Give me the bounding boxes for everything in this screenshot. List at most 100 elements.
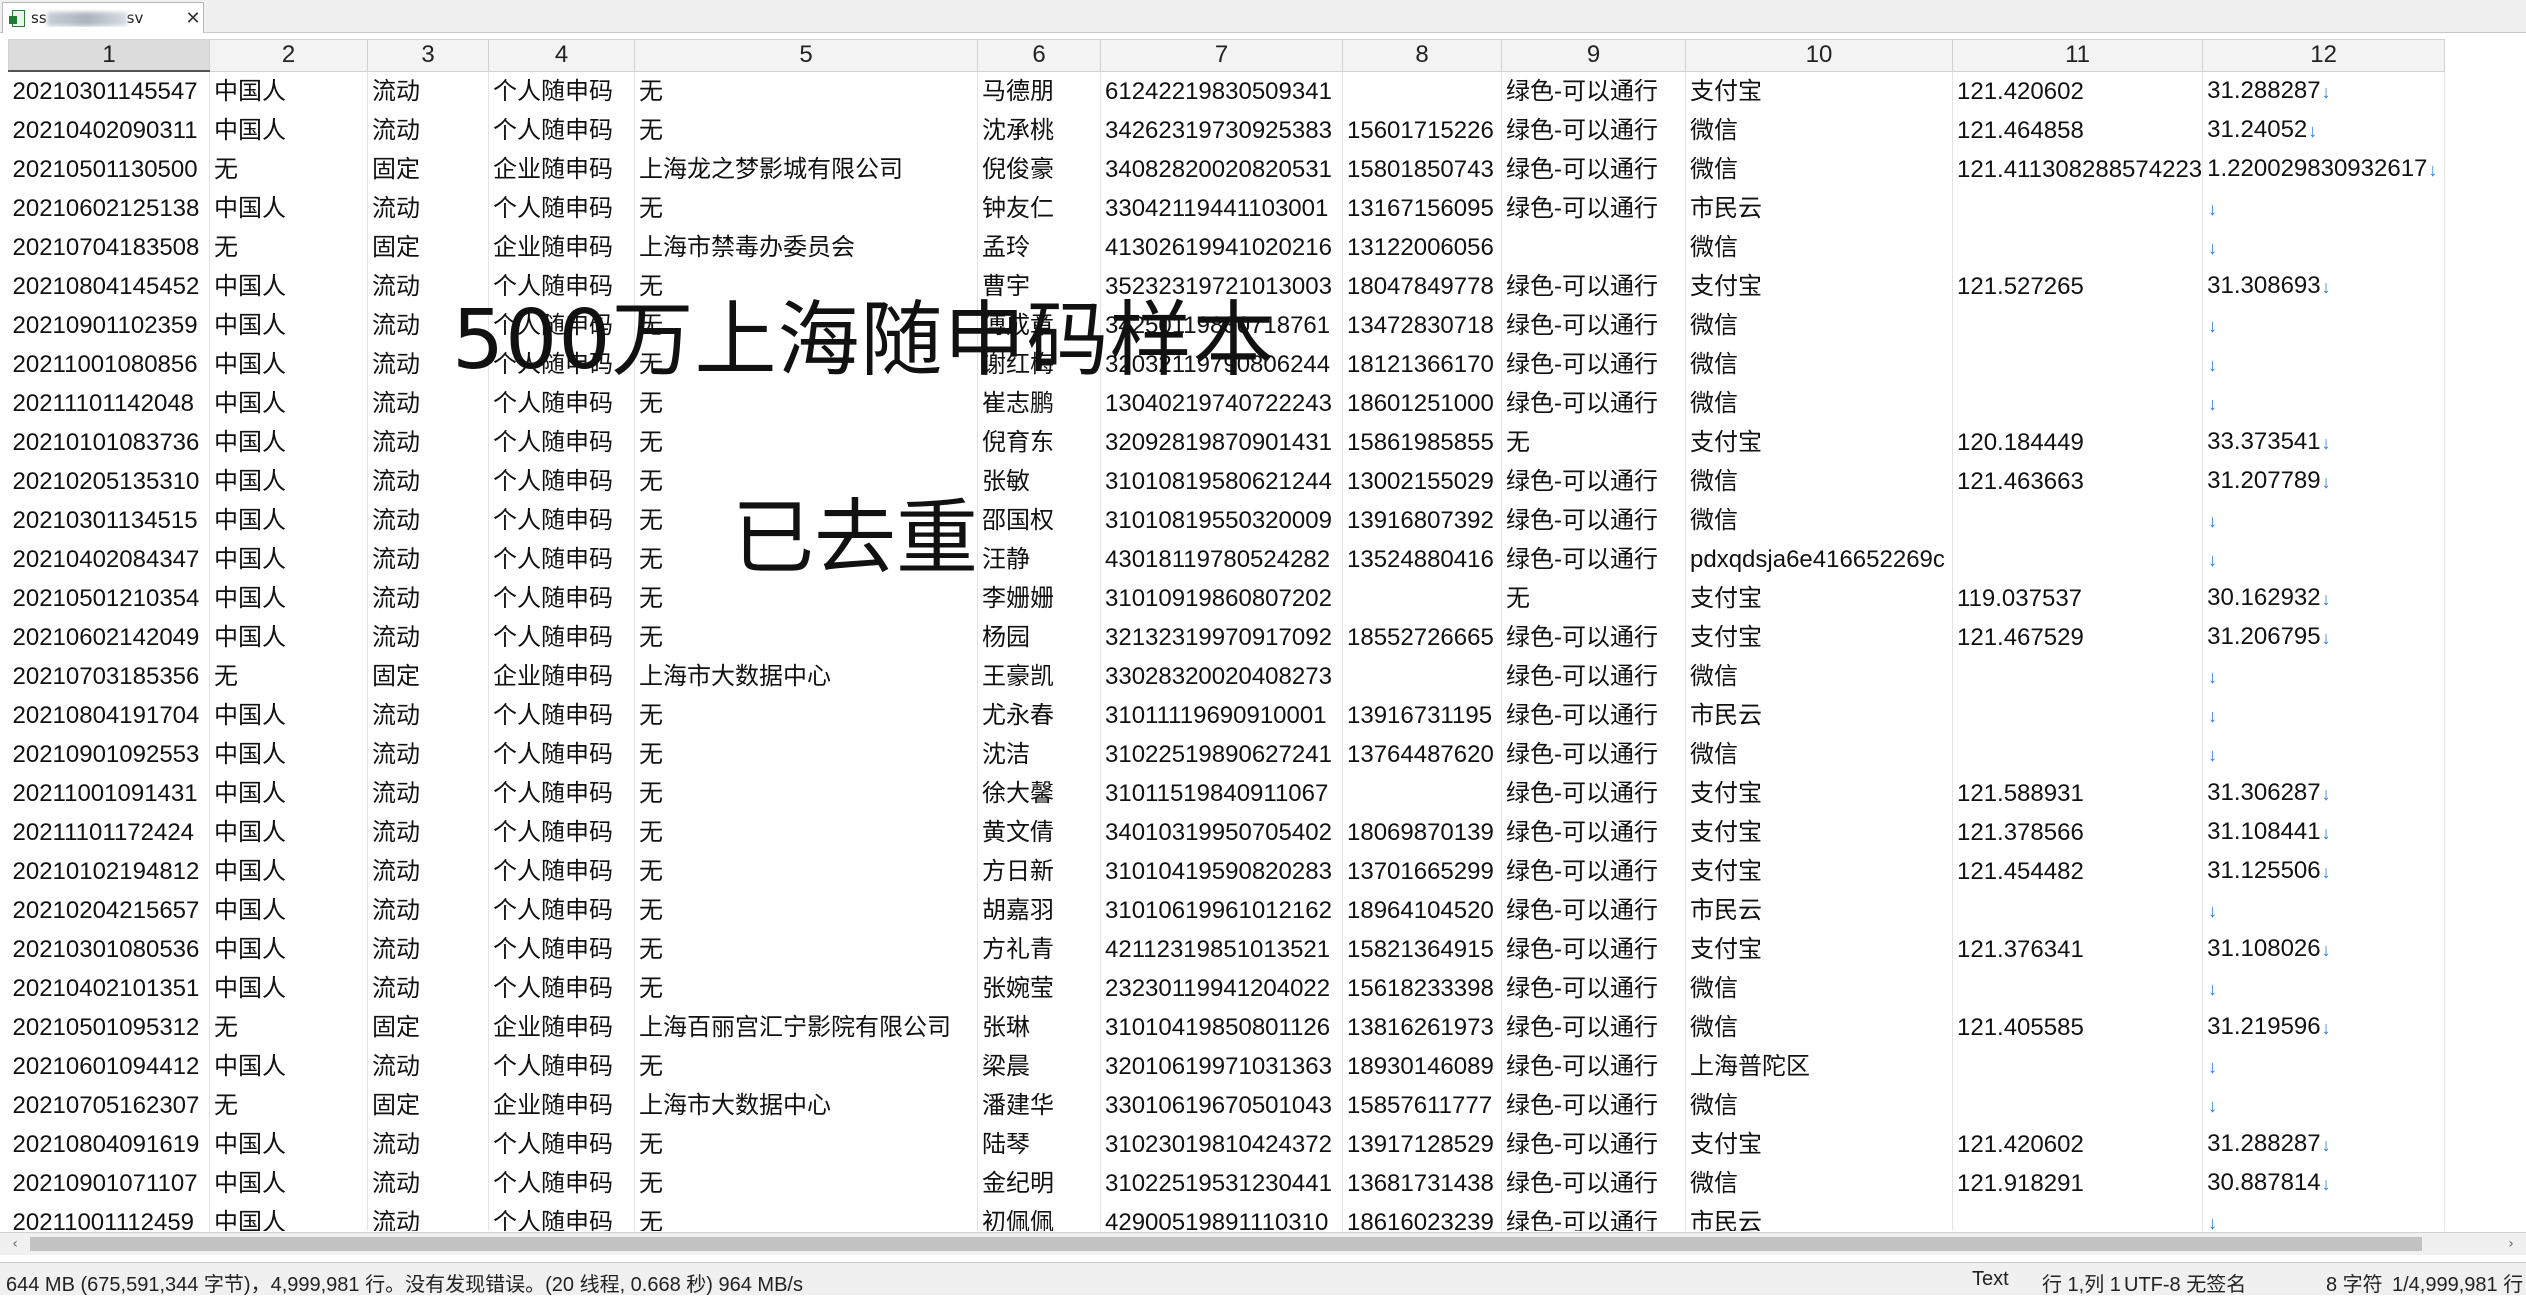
table-cell[interactable]: 绿色-可以通行 <box>1501 1124 1686 1164</box>
table-cell[interactable]: ↓ <box>2202 656 2446 696</box>
table-cell[interactable]: 个人随申码 <box>488 812 635 852</box>
table-cell[interactable]: ↓ <box>2202 734 2446 774</box>
table-cell[interactable]: 金纪明 <box>977 1163 1101 1203</box>
table-cell[interactable]: 41302619941020216 <box>1100 227 1343 267</box>
table-cell[interactable]: 流动 <box>367 461 489 501</box>
table-cell[interactable]: 中国人 <box>209 1202 368 1231</box>
table-cell[interactable]: 流动 <box>367 1163 489 1203</box>
table-cell[interactable]: 企业随申码 <box>488 227 635 267</box>
table-cell[interactable]: 无 <box>634 851 978 891</box>
table-cell[interactable]: 流动 <box>367 110 489 150</box>
table-cell[interactable] <box>1952 305 2204 345</box>
table-cell[interactable]: 31011519840911067 <box>1100 773 1343 813</box>
table-cell[interactable]: 20210804091619 <box>8 1124 210 1164</box>
table-cell[interactable]: 18121366170 <box>1342 344 1502 384</box>
table-cell[interactable]: 32010619971031363 <box>1100 1046 1343 1086</box>
table-cell[interactable]: 流动 <box>367 422 489 462</box>
table-cell[interactable]: 固定 <box>367 1007 489 1047</box>
table-cell[interactable]: 流动 <box>367 578 489 618</box>
table-cell[interactable]: 31.306287↓ <box>2202 773 2446 813</box>
table-cell[interactable]: 企业随申码 <box>488 149 635 189</box>
table-cell[interactable]: 33.373541↓ <box>2202 422 2446 462</box>
table-cell[interactable]: 流动 <box>367 188 489 228</box>
table-cell[interactable]: 20210402084347 <box>8 539 210 579</box>
table-cell[interactable]: 马德朋 <box>977 71 1101 111</box>
table-cell[interactable]: 绿色-可以通行 <box>1501 968 1686 1008</box>
table-cell[interactable]: 31010619961012162 <box>1100 890 1343 930</box>
table-cell[interactable]: 无 <box>634 890 978 930</box>
table-cell[interactable]: 61242219830509341 <box>1100 71 1343 111</box>
table-cell[interactable]: 42900519891110310 <box>1100 1202 1343 1231</box>
column-header-10[interactable]: 10 <box>1685 39 1953 72</box>
table-cell[interactable]: 无 <box>209 1007 368 1047</box>
table-cell[interactable]: 121.378566 <box>1952 812 2204 852</box>
table-cell[interactable]: 中国人 <box>209 383 368 423</box>
table-cell[interactable]: 固定 <box>367 656 489 696</box>
table-cell[interactable]: 13917128529 <box>1342 1124 1502 1164</box>
table-cell[interactable]: 20210804145452 <box>8 266 210 306</box>
table-cell[interactable]: 34082820020820531 <box>1100 149 1343 189</box>
table-cell[interactable]: 市民云 <box>1685 1202 1953 1231</box>
table-cell[interactable]: 微信 <box>1685 734 1953 774</box>
table-cell[interactable]: 20211101172424 <box>8 812 210 852</box>
table-cell[interactable]: 121.420602 <box>1952 71 2204 111</box>
table-cell[interactable]: 个人随申码 <box>488 188 635 228</box>
table-cell[interactable]: 支付宝 <box>1685 773 1953 813</box>
table-cell[interactable]: 流动 <box>367 929 489 969</box>
table-cell[interactable]: 方日新 <box>977 851 1101 891</box>
table-cell[interactable]: 31010819550320009 <box>1100 500 1343 540</box>
table-cell[interactable]: 上海市禁毒办委员会 <box>634 227 978 267</box>
table-cell[interactable]: 30.162932↓ <box>2202 578 2446 618</box>
table-cell[interactable]: 张婉莹 <box>977 968 1101 1008</box>
table-cell[interactable]: 支付宝 <box>1685 851 1953 891</box>
table-cell[interactable]: 沈洁 <box>977 734 1101 774</box>
table-cell[interactable]: 20210703185356 <box>8 656 210 696</box>
table-cell[interactable] <box>1342 656 1502 696</box>
table-cell[interactable]: ↓ <box>2202 539 2446 579</box>
table-cell[interactable]: 流动 <box>367 500 489 540</box>
table-cell[interactable]: 企业随申码 <box>488 1085 635 1125</box>
status-cursor-position[interactable]: 行 1,列 1 <box>2042 1268 2121 1297</box>
table-cell[interactable]: 流动 <box>367 617 489 657</box>
column-header-6[interactable]: 6 <box>977 39 1101 72</box>
table-cell[interactable]: 倪俊豪 <box>977 149 1101 189</box>
table-cell[interactable]: 无 <box>634 1202 978 1231</box>
table-cell[interactable]: ↓ <box>2202 500 2446 540</box>
table-cell[interactable]: ↓ <box>2202 1085 2446 1125</box>
table-cell[interactable]: 中国人 <box>209 968 368 1008</box>
table-cell[interactable]: 33010619670501043 <box>1100 1085 1343 1125</box>
table-cell[interactable]: 流动 <box>367 1124 489 1164</box>
table-cell[interactable]: 13916731195 <box>1342 695 1502 735</box>
table-cell[interactable]: 121.588931 <box>1952 773 2204 813</box>
table-cell[interactable]: 微信 <box>1685 1163 1953 1203</box>
table-cell[interactable]: 20210501210354 <box>8 578 210 618</box>
table-cell[interactable]: 31.288287↓ <box>2202 71 2446 111</box>
table-cell[interactable]: 尤永春 <box>977 695 1101 735</box>
table-cell[interactable]: 支付宝 <box>1685 266 1953 306</box>
table-cell[interactable]: 20211001080856 <box>8 344 210 384</box>
table-cell[interactable]: 中国人 <box>209 617 368 657</box>
table-cell[interactable]: 支付宝 <box>1685 578 1953 618</box>
table-cell[interactable]: 上海市大数据中心 <box>634 656 978 696</box>
table-cell[interactable]: 18069870139 <box>1342 812 1502 852</box>
table-cell[interactable]: 个人随申码 <box>488 695 635 735</box>
table-cell[interactable]: 支付宝 <box>1685 617 1953 657</box>
table-cell[interactable]: 20210301134515 <box>8 500 210 540</box>
column-header-9[interactable]: 9 <box>1501 39 1686 72</box>
table-cell[interactable]: 20211001091431 <box>8 773 210 813</box>
table-cell[interactable]: 无 <box>1501 422 1686 462</box>
table-cell[interactable]: ↓ <box>2202 695 2446 735</box>
table-cell[interactable]: 15601715226 <box>1342 110 1502 150</box>
table-cell[interactable]: 邵国权 <box>977 500 1101 540</box>
table-cell[interactable]: 13167156095 <box>1342 188 1502 228</box>
table-cell[interactable]: 18930146089 <box>1342 1046 1502 1086</box>
table-cell[interactable]: 微信 <box>1685 1007 1953 1047</box>
table-cell[interactable]: 流动 <box>367 734 489 774</box>
table-cell[interactable] <box>1952 656 2204 696</box>
table-cell[interactable]: 121.411308288574223 <box>1952 149 2204 189</box>
table-cell[interactable]: 43018119780524282 <box>1100 539 1343 579</box>
column-header-7[interactable]: 7 <box>1100 39 1343 72</box>
table-cell[interactable]: 20210205135310 <box>8 461 210 501</box>
table-cell[interactable]: 个人随申码 <box>488 1124 635 1164</box>
table-cell[interactable]: 中国人 <box>209 305 368 345</box>
